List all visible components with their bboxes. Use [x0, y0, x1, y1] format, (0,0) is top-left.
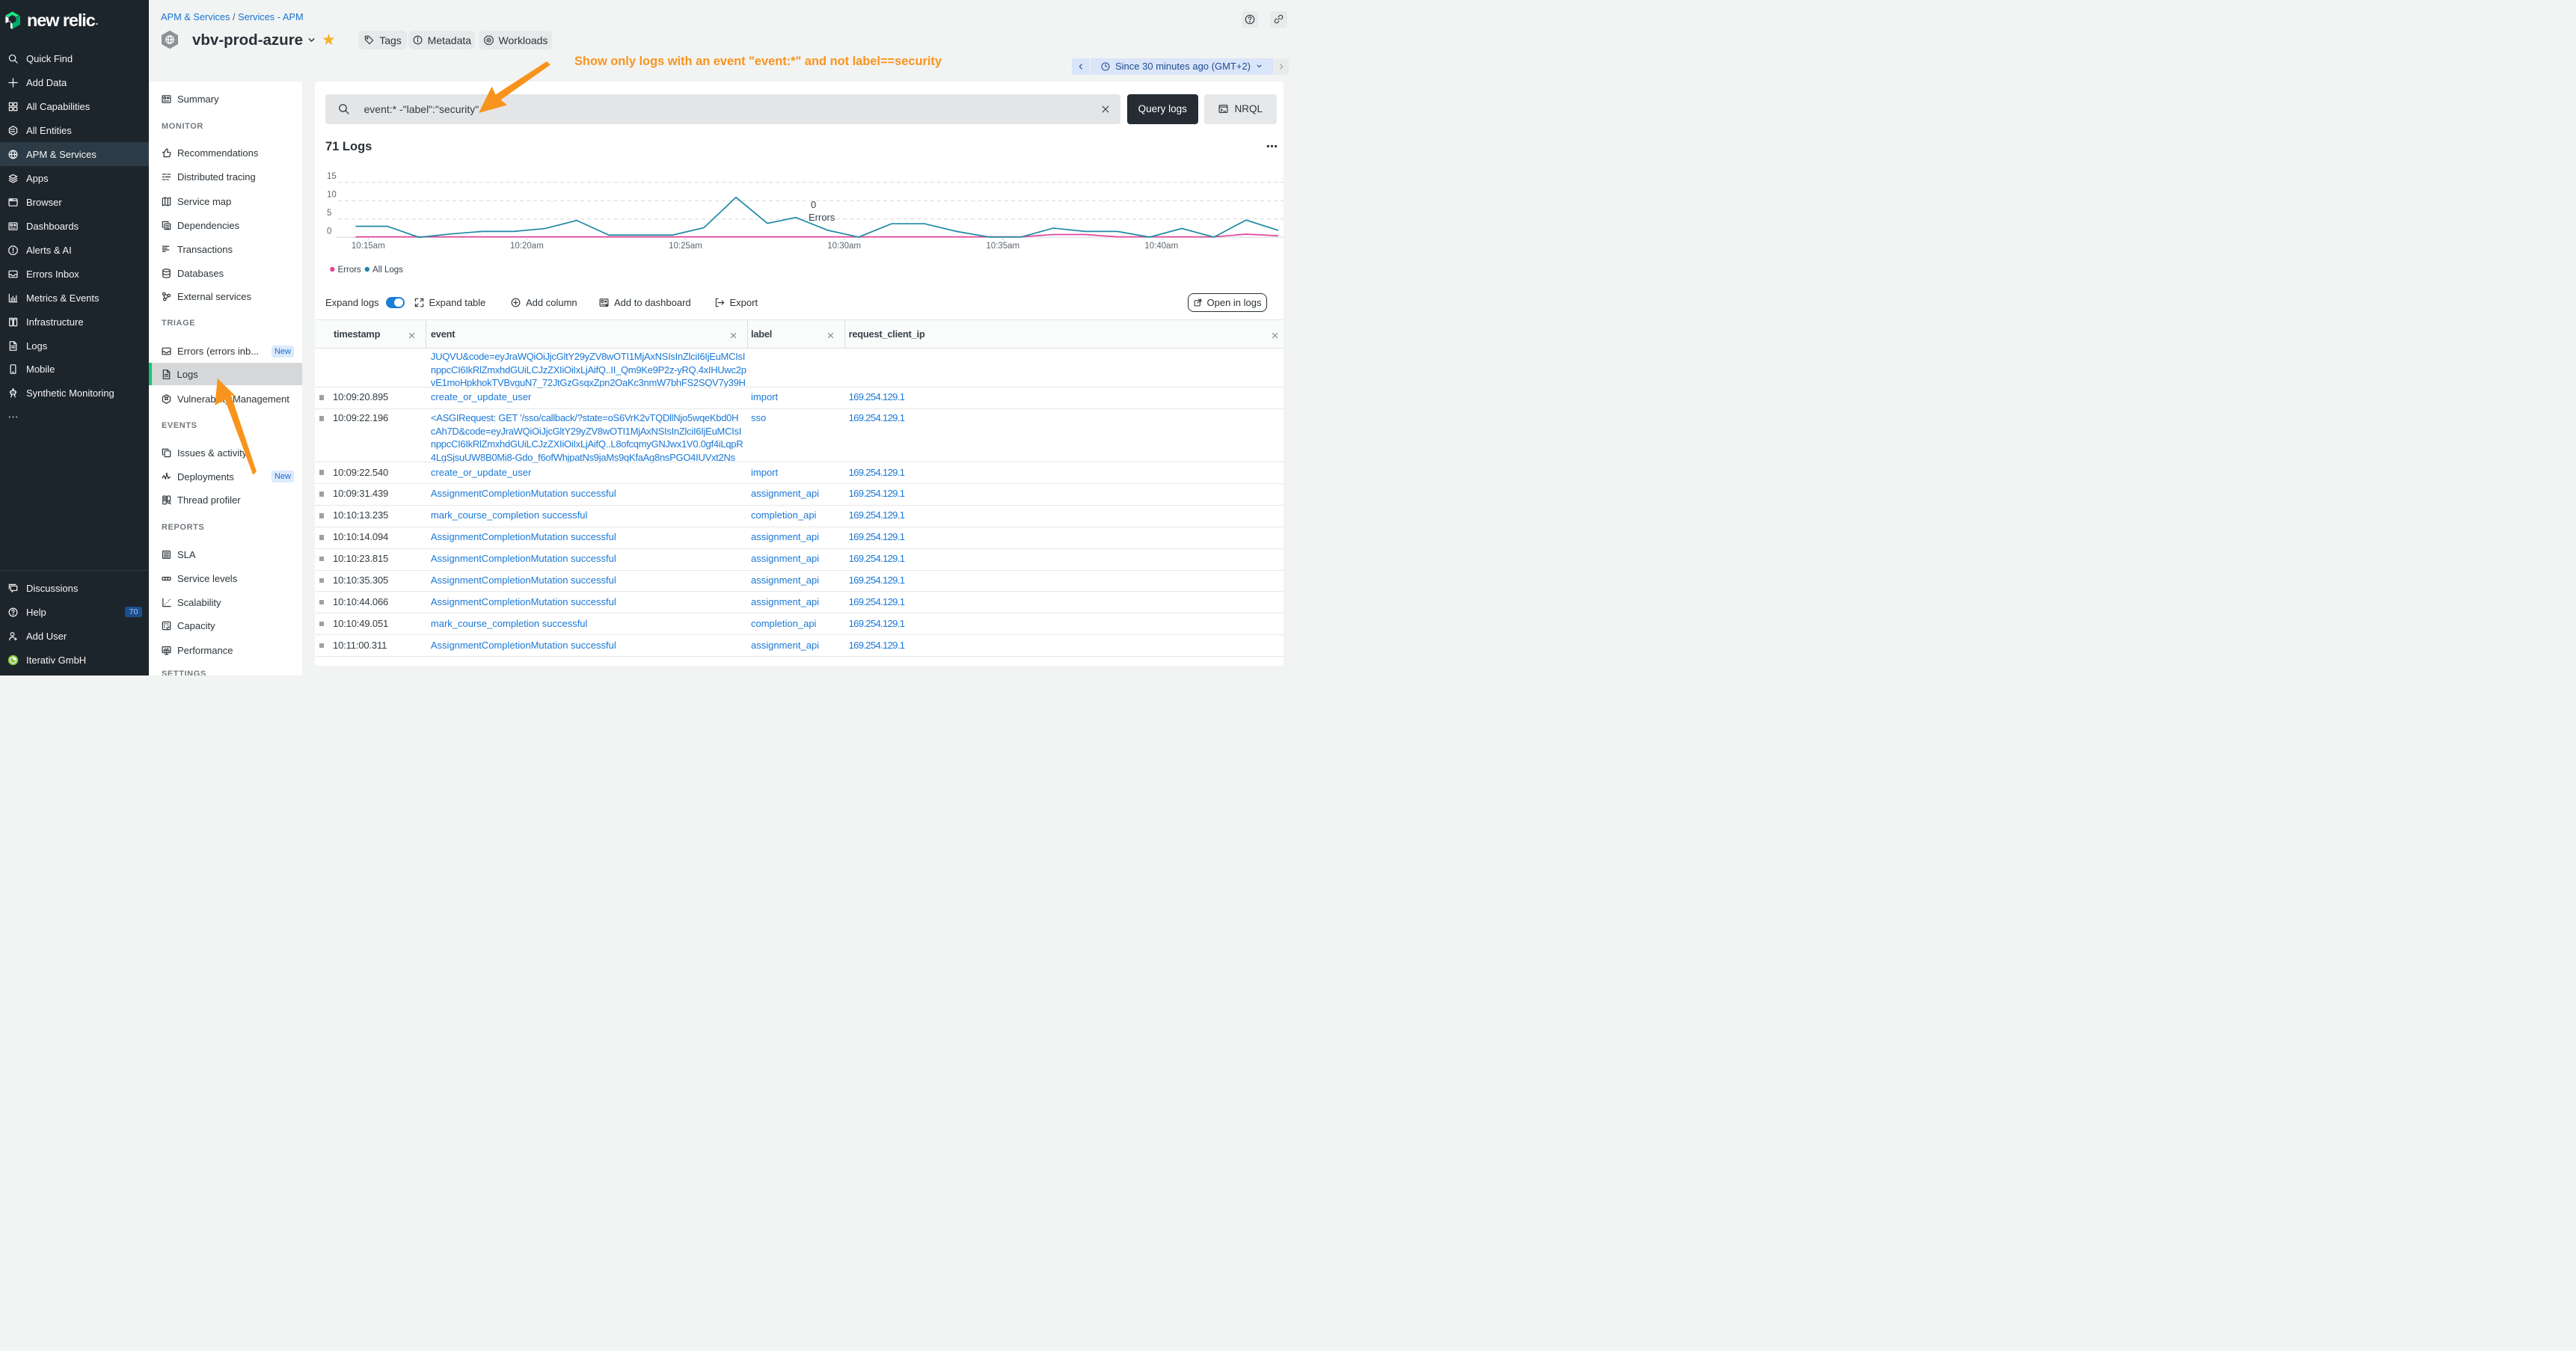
svg-text:15: 15	[327, 172, 337, 181]
svg-text:10:20am: 10:20am	[510, 242, 544, 251]
svg-text:10:35am: 10:35am	[986, 242, 1019, 251]
svg-text:10:15am: 10:15am	[352, 242, 385, 251]
svg-text:10:40am: 10:40am	[1144, 242, 1178, 251]
svg-text:0: 0	[327, 227, 331, 236]
svg-text:All Logs: All Logs	[372, 266, 403, 275]
svg-text:10:30am: 10:30am	[827, 242, 861, 251]
svg-text:Errors: Errors	[338, 266, 362, 275]
svg-text:Errors: Errors	[809, 212, 835, 223]
svg-text:10:25am: 10:25am	[669, 242, 702, 251]
svg-text:10: 10	[327, 190, 337, 199]
svg-text:0: 0	[811, 199, 816, 210]
svg-text:5: 5	[327, 209, 331, 218]
